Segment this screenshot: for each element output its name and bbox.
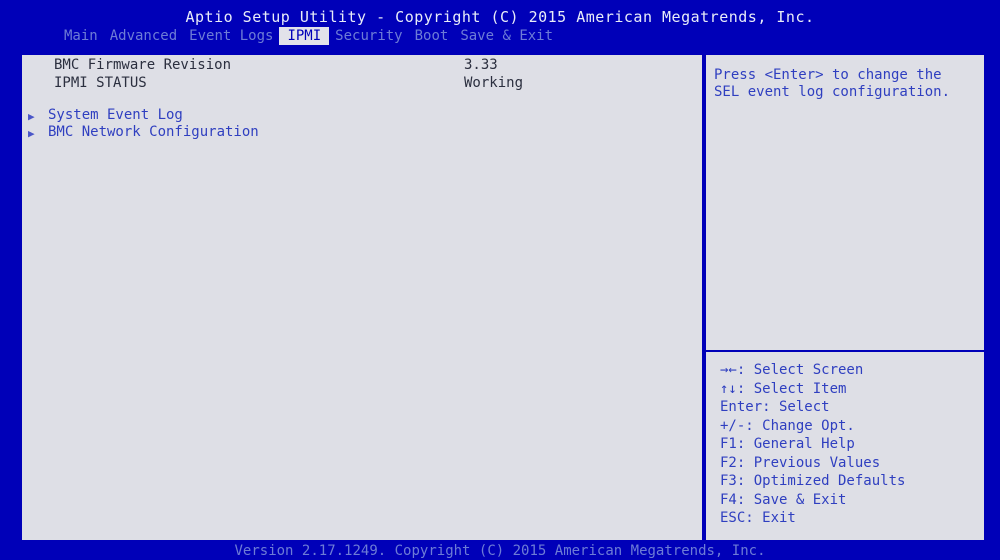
tab-event-logs[interactable]: Event Logs <box>183 27 279 45</box>
menu-item-system-event-log[interactable]: ▶ System Event Log <box>22 107 422 125</box>
bmc-firmware-revision-label: BMC Firmware Revision <box>54 57 232 73</box>
main-panel: BMC Firmware Revision 3.33 IPMI STATUS W… <box>22 55 702 540</box>
key-general-help: F1: General Help <box>720 436 855 452</box>
version-footer: Version 2.17.1249. Copyright (C) 2015 Am… <box>234 543 766 559</box>
key-select-item: ↑↓: Select Item <box>720 380 847 397</box>
tab-boot[interactable]: Boot <box>409 27 455 45</box>
submenu-arrow-icon: ▶ <box>28 110 35 123</box>
help-divider <box>704 350 984 352</box>
key-previous-values: F2: Previous Values <box>720 454 881 471</box>
tab-ipmi[interactable]: IPMI <box>279 27 330 45</box>
ipmi-status-label: IPMI STATUS <box>54 75 147 91</box>
bmc-firmware-revision-value: 3.33 <box>464 57 498 73</box>
ipmi-status-value: Working <box>464 75 524 91</box>
key-legend: →←: Select Screen ↑↓: Select Item Enter:… <box>720 361 980 528</box>
key-optimized-defaults: F3: Optimized Defaults <box>720 473 906 489</box>
key-enter-select: Enter: Select <box>720 399 830 415</box>
submenu-arrow-icon: ▶ <box>28 127 35 140</box>
bios-screen: Aptio Setup Utility - Copyright (C) 2015… <box>0 0 1000 560</box>
key-select-screen: →←: Select Screen <box>720 362 864 378</box>
menu-item-bmc-network-configuration[interactable]: ▶ BMC Network Configuration <box>22 124 422 142</box>
help-panel: Press <Enter> to change the SEL event lo… <box>704 55 984 540</box>
tab-save-exit[interactable]: Save & Exit <box>454 27 559 45</box>
key-esc-exit: ESC: Exit <box>720 510 796 526</box>
tab-bar: Main Advanced Event Logs IPMI Security B… <box>58 26 559 46</box>
system-event-log-label: System Event Log <box>48 107 183 123</box>
window-title: Aptio Setup Utility - Copyright (C) 2015… <box>185 8 815 26</box>
bmc-network-configuration-label: BMC Network Configuration <box>48 124 259 140</box>
key-change-opt: +/-: Change Opt. <box>720 417 855 434</box>
tab-advanced[interactable]: Advanced <box>104 27 183 45</box>
tab-security[interactable]: Security <box>329 27 408 45</box>
help-text: Press <Enter> to change the SEL event lo… <box>714 67 951 100</box>
key-save-exit: F4: Save & Exit <box>720 491 847 508</box>
tab-main[interactable]: Main <box>58 27 104 45</box>
